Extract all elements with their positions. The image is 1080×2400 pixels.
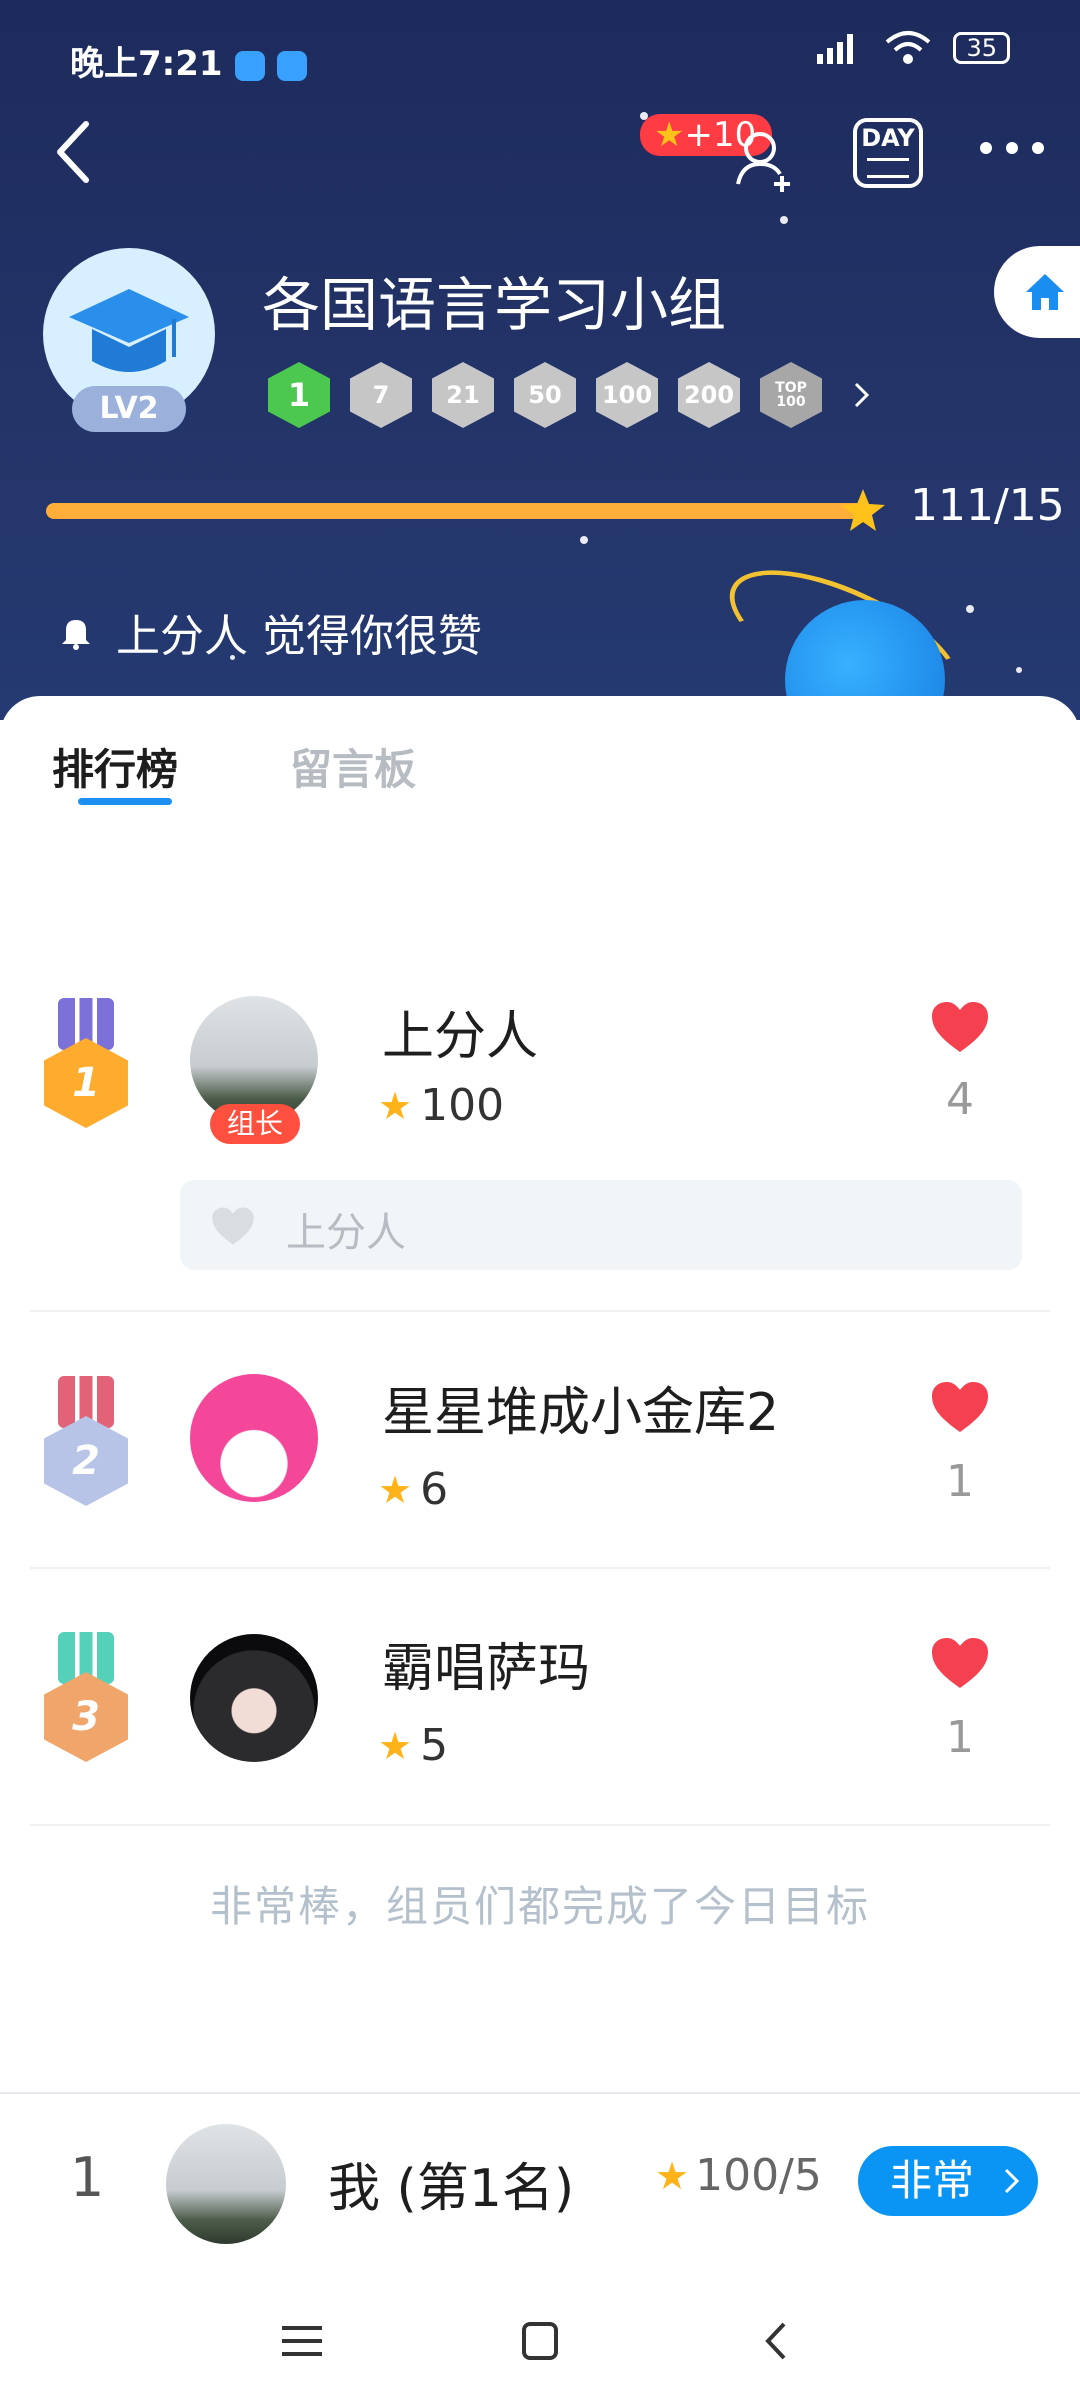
my-avatar (166, 2124, 286, 2244)
member-name: 星星堆成小金库2 (382, 1383, 780, 1443)
like-count: 4 (946, 1074, 974, 1125)
add-member-icon[interactable] (730, 124, 800, 194)
my-rank-number: 1 (70, 2146, 105, 2209)
member-name: 上分人 (382, 1007, 539, 1067)
tab-message-board[interactable]: 留言板 (290, 736, 416, 797)
group-progress-bar (46, 503, 866, 519)
menu-icon[interactable] (272, 2316, 332, 2366)
my-status-button[interactable]: 非常 (858, 2146, 1038, 2216)
star-icon (841, 489, 885, 531)
progress-text: 111/15 (910, 480, 1065, 531)
member-name: 霸唱萨玛 (382, 1639, 591, 1699)
heart-icon[interactable] (930, 1000, 990, 1054)
home-icon (1026, 274, 1064, 310)
heart-outline-icon (212, 1207, 254, 1245)
my-name: 我 (第1名) (328, 2159, 575, 2219)
day-checkin-button[interactable]: DAY (853, 118, 923, 188)
star-icon: ★ (378, 1723, 413, 1768)
graduation-cap-icon (69, 289, 189, 372)
star-icon: ★ (655, 2153, 690, 2198)
liked-by-bar: 上分人 (180, 1180, 1022, 1270)
avatar[interactable] (190, 1374, 318, 1502)
like-count: 1 (946, 1456, 974, 1507)
member-score: ★ 5 (378, 1720, 449, 1771)
bell-icon (62, 620, 90, 650)
completion-message: 非常棒，组员们都完成了今日目标 (209, 1882, 870, 1931)
heart-icon[interactable] (930, 1380, 990, 1434)
heart-icon[interactable] (930, 1636, 990, 1690)
group-header: 晚上7:21 35 ★+10 DAY LV2 各国语言学习小组 1 7 21 5… (0, 0, 1080, 720)
divider (30, 1310, 1050, 1312)
battery-indicator: 35 (953, 32, 1010, 64)
more-options-icon[interactable] (980, 142, 1050, 162)
milestone-badge: 200 (678, 362, 740, 428)
milestone-badge: 21 (432, 362, 494, 428)
status-time: 晚上7:21 (70, 36, 307, 85)
home-nav-icon[interactable] (510, 2316, 570, 2366)
star-icon: ★ (378, 1467, 413, 1512)
signal-icon (817, 34, 854, 64)
ranking-row[interactable]: 2 星星堆成小金库2 ★ 6 1 (0, 1370, 1080, 1570)
member-score: ★ 6 (378, 1464, 449, 1515)
ranking-row[interactable]: 1 组长 上分人 ★ 100 4 上分人 (0, 994, 1080, 1314)
status-icons: 35 (815, 30, 1010, 66)
tab-ranking[interactable]: 排行榜 (52, 736, 178, 797)
chevron-right-icon[interactable] (842, 375, 882, 415)
milestone-badge: 50 (514, 362, 576, 428)
divider (30, 1824, 1050, 1826)
home-button[interactable] (994, 246, 1080, 338)
bronze-medal-icon: 3 (44, 1632, 128, 1764)
system-nav-bar (0, 2270, 1080, 2400)
like-count: 1 (946, 1712, 974, 1763)
group-level-badge: LV2 (72, 386, 186, 432)
milestone-badge: 1 (268, 362, 330, 428)
member-score: ★ 100 (378, 1080, 505, 1131)
divider (30, 1567, 1050, 1569)
ranking-row[interactable]: 3 霸唱萨玛 ★ 5 1 (0, 1626, 1080, 1826)
milestone-badge: 100 (596, 362, 658, 428)
leader-badge: 组长 (210, 1104, 300, 1144)
gold-medal-icon: 1 (44, 998, 128, 1130)
active-tab-indicator (78, 798, 172, 805)
milestone-row[interactable]: 1 7 21 50 100 200 TOP 100 (268, 362, 882, 428)
liked-by-name: 上分人 (286, 1210, 406, 1256)
star-icon: ★ (654, 115, 685, 155)
dictionary-app-icon (234, 50, 265, 81)
back-nav-icon[interactable] (748, 2316, 808, 2366)
wifi-icon (886, 31, 931, 64)
milestone-badge: 7 (350, 362, 412, 428)
my-rank-bar[interactable]: 1 我 (第1名) ★ 100/5 非常 (0, 2092, 1080, 2270)
my-score: ★ 100/5 (655, 2150, 822, 2201)
milestone-top100-badge: TOP 100 (760, 362, 822, 428)
notice-text: 上分人 觉得你很赞 (116, 611, 482, 662)
avatar[interactable] (190, 1634, 318, 1762)
silver-medal-icon: 2 (44, 1376, 128, 1508)
cloud-app-icon (276, 50, 307, 81)
chevron-right-icon (1004, 2168, 1020, 2194)
like-notice[interactable]: 上分人 觉得你很赞 (56, 600, 482, 664)
back-icon[interactable] (46, 118, 116, 188)
group-title: 各国语言学习小组 (262, 271, 727, 339)
star-icon: ★ (378, 1083, 413, 1128)
